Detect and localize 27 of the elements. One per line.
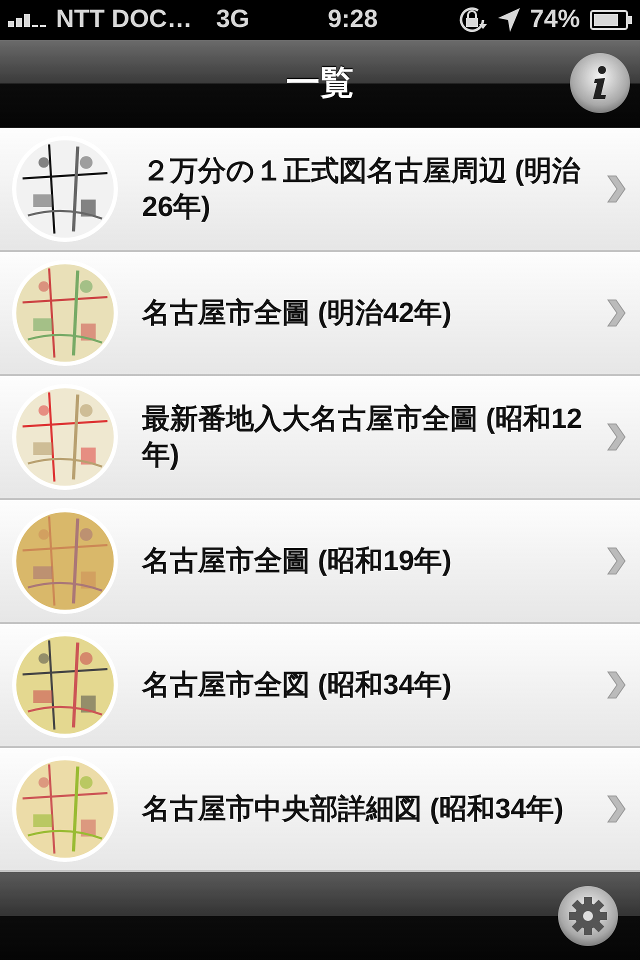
clock-time: 9:28: [328, 5, 378, 34]
chevron-icon: [606, 422, 626, 452]
map-title: 最新番地入大名古屋市全圖 (昭和12年): [142, 402, 584, 472]
signal-icon: [8, 12, 46, 27]
map-title: 名古屋市全圖 (昭和19年): [142, 544, 453, 578]
chevron-icon: [606, 670, 626, 700]
map-title: 名古屋市全圖 (明治42年): [142, 296, 453, 330]
battery-icon: [590, 10, 632, 30]
network-type: 3G: [216, 5, 250, 34]
map-list-row[interactable]: 名古屋市中央部詳細図 (昭和34年): [0, 748, 640, 872]
chevron-icon: [606, 794, 626, 824]
chevron-icon: [606, 174, 626, 204]
map-title: 名古屋市全図 (昭和34年): [142, 668, 453, 702]
nav-title: 一覧: [286, 63, 354, 104]
map-list-row[interactable]: ２万分の１正式図名古屋周辺 (明治26年): [0, 128, 640, 252]
map-list-row[interactable]: 名古屋市全図 (昭和34年): [0, 624, 640, 748]
settings-icon: [568, 896, 608, 936]
map-title: ２万分の１正式図名古屋周辺 (明治26年): [142, 154, 582, 224]
map-title: 名古屋市中央部詳細図 (昭和34年): [142, 792, 565, 826]
battery-percent: 74%: [530, 5, 580, 34]
map-list-row[interactable]: 最新番地入大名古屋市全圖 (昭和12年): [0, 376, 640, 500]
location-arrow-icon: [498, 8, 520, 32]
carrier-name: NTT DOC…: [56, 5, 192, 34]
chevron-icon: [606, 546, 626, 576]
map-list-row[interactable]: 名古屋市全圖 (昭和19年): [0, 500, 640, 624]
map-list-row[interactable]: 名古屋市全圖 (明治42年): [0, 252, 640, 376]
chevron-icon: [606, 298, 626, 328]
